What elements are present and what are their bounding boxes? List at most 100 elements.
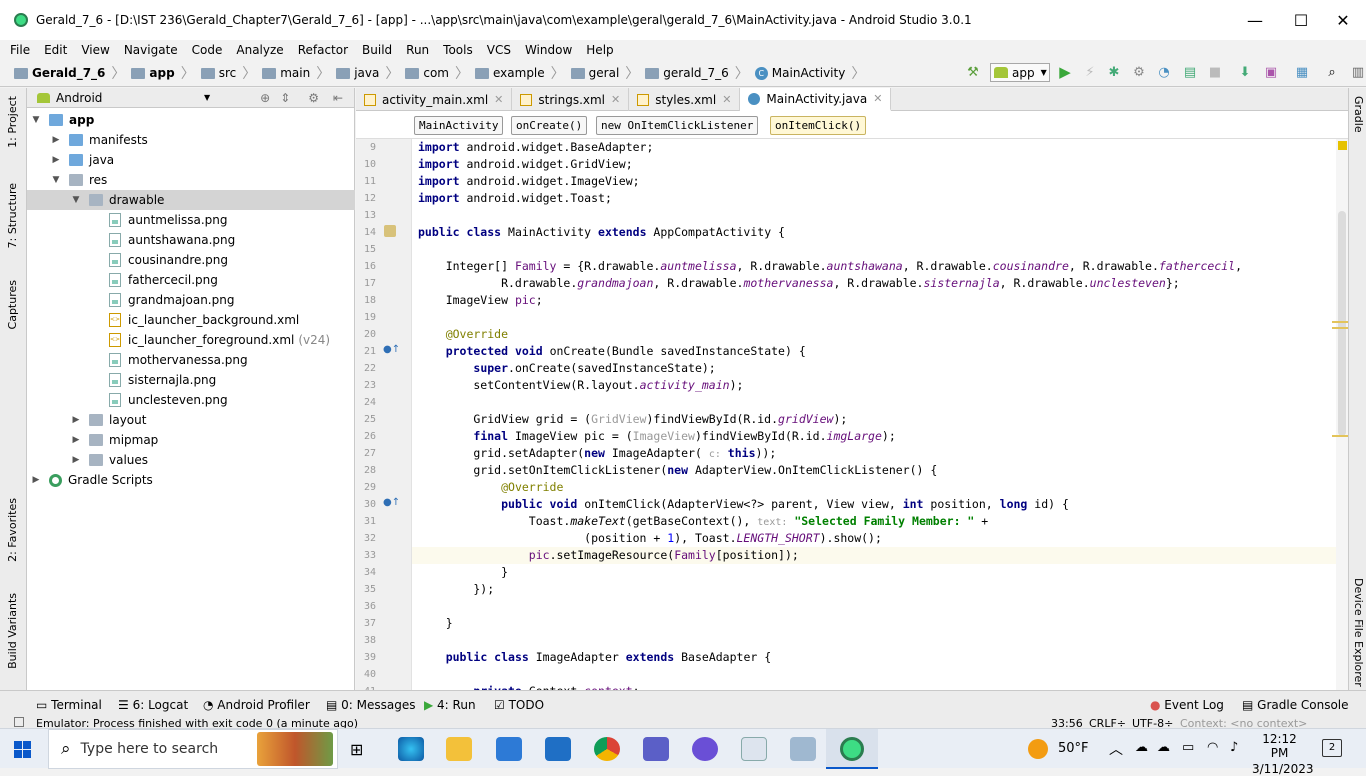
- task-view-icon[interactable]: ⊞: [350, 740, 363, 759]
- tree-item[interactable]: ▶ values: [27, 450, 355, 470]
- tree-item[interactable]: ▶ mipmap: [27, 430, 355, 450]
- discord-icon[interactable]: [692, 737, 718, 761]
- tree-item[interactable]: ▶ layout: [27, 410, 355, 430]
- code-line[interactable]: @Override: [418, 326, 508, 343]
- crumb-example[interactable]: example 〉: [475, 63, 565, 83]
- code-line[interactable]: ImageView pic;: [418, 292, 543, 309]
- warning-stripe[interactable]: [1332, 435, 1348, 437]
- code-line[interactable]: public class ImageAdapter extends BaseAd…: [418, 649, 771, 666]
- tree-item[interactable]: sisternajla.png: [27, 370, 355, 390]
- apk-icon[interactable]: ▤: [1180, 62, 1200, 82]
- wifi-icon[interactable]: ◠: [1207, 740, 1218, 755]
- tree-item[interactable]: fathercecil.png: [27, 270, 355, 290]
- menu-analyze[interactable]: Analyze: [229, 43, 290, 57]
- crumb-main[interactable]: main 〉: [262, 63, 330, 83]
- code-line[interactable]: super.onCreate(savedInstanceState);: [418, 360, 715, 377]
- sync-scroll-icon[interactable]: ⊕: [260, 91, 270, 105]
- tree-item[interactable]: ▼ app: [27, 110, 355, 130]
- crumb-gerald-7-6[interactable]: gerald_7_6 〉: [645, 63, 749, 83]
- tree-item[interactable]: ▶ Gradle Scripts: [27, 470, 355, 490]
- crumb-geral[interactable]: geral 〉: [570, 63, 639, 83]
- code-crumb-onitemclick[interactable]: onItemClick(): [770, 116, 867, 135]
- tool-windows-icon[interactable]: [14, 717, 24, 727]
- collapsed-arrow-icon[interactable]: ▶: [71, 455, 81, 465]
- editor-scrollbar[interactable]: [1332, 139, 1348, 690]
- tab-favorites[interactable]: 2: Favorites: [6, 498, 19, 562]
- code-line[interactable]: R.drawable.grandmajoan, R.drawable.mothe…: [418, 275, 1180, 292]
- make-project-hammer-icon[interactable]: ⚒: [963, 62, 983, 82]
- tab-device-file-explorer[interactable]: Device File Explorer: [1352, 578, 1365, 687]
- windows-start-icon[interactable]: [14, 741, 31, 758]
- code-crumb-class[interactable]: MainActivity: [414, 116, 504, 135]
- weather-temp[interactable]: 50°F: [1058, 741, 1089, 756]
- editor-tab[interactable]: strings.xml ✕: [512, 88, 630, 111]
- chevron-down-icon[interactable]: ▼: [204, 93, 210, 102]
- editor-tab[interactable]: activity_main.xml ✕: [356, 88, 513, 111]
- close-tab-icon[interactable]: ✕: [494, 93, 503, 106]
- menu-build[interactable]: Build: [355, 43, 399, 57]
- code-line[interactable]: @Override: [418, 479, 563, 496]
- apply-changes-icon[interactable]: ⚡: [1080, 62, 1100, 82]
- code-line[interactable]: });: [418, 581, 494, 598]
- search-icon[interactable]: ⌕: [1322, 62, 1342, 82]
- event-log-tab[interactable]: ● Event Log: [1150, 698, 1224, 712]
- code-line[interactable]: grid.setOnItemClickListener(new AdapterV…: [418, 462, 937, 479]
- layout-icon[interactable]: ▥: [1348, 62, 1366, 82]
- terminal-tab[interactable]: ▭ Terminal: [36, 698, 102, 712]
- close-tab-icon[interactable]: ✕: [722, 93, 731, 106]
- todo-tab[interactable]: ☑ TODO: [494, 698, 544, 712]
- crumb-app[interactable]: app 〉: [131, 63, 195, 83]
- cloud-icon[interactable]: ☁: [1157, 740, 1170, 755]
- collapsed-arrow-icon[interactable]: ▶: [71, 415, 81, 425]
- menu-edit[interactable]: Edit: [37, 43, 74, 57]
- edge-icon[interactable]: [398, 737, 424, 761]
- code-line[interactable]: setContentView(R.layout.activity_main);: [418, 377, 743, 394]
- collapse-all-icon[interactable]: ⇕: [280, 91, 290, 105]
- collapsed-arrow-icon[interactable]: ▶: [51, 155, 61, 165]
- collapsed-arrow-icon[interactable]: ▶: [71, 435, 81, 445]
- messages-tab[interactable]: ▤ 0: Messages: [326, 698, 416, 712]
- expanded-arrow-icon[interactable]: ▼: [51, 175, 61, 185]
- collapsed-arrow-icon[interactable]: ▶: [51, 135, 61, 145]
- code-editor[interactable]: import android.widget.BaseAdapter; import…: [412, 139, 1336, 690]
- warning-stripe[interactable]: [1332, 327, 1348, 329]
- notepad-icon[interactable]: [790, 737, 816, 761]
- code-line[interactable]: (position + 1), Toast.LENGTH_SHORT).show…: [418, 530, 882, 547]
- menu-refactor[interactable]: Refactor: [291, 43, 355, 57]
- file-explorer-icon[interactable]: [446, 737, 472, 761]
- code-line[interactable]: grid.setAdapter(new ImageAdapter( c: thi…: [418, 445, 776, 462]
- tree-item[interactable]: mothervanessa.png: [27, 350, 355, 370]
- debug-icon[interactable]: ✱: [1104, 62, 1124, 82]
- tree-item[interactable]: ▶ java: [27, 150, 355, 170]
- tab-gradle[interactable]: Gradle: [1352, 96, 1365, 133]
- code-line[interactable]: }: [418, 564, 508, 581]
- code-line[interactable]: import android.widget.BaseAdapter;: [418, 139, 653, 156]
- code-line[interactable]: pic.setImageResource(Family[position]);: [418, 547, 799, 564]
- attach-debugger-icon[interactable]: ⚙: [1129, 62, 1149, 82]
- menu-navigate[interactable]: Navigate: [117, 43, 185, 57]
- gear-icon[interactable]: ⚙: [308, 91, 319, 105]
- avd-manager-icon[interactable]: ▣: [1261, 62, 1281, 82]
- profiler-icon[interactable]: ◔: [1154, 62, 1174, 82]
- code-crumb-listener[interactable]: new OnItemClickListener: [596, 116, 759, 135]
- warning-stripe[interactable]: [1332, 321, 1348, 323]
- code-line[interactable]: }: [418, 615, 453, 632]
- tab-structure[interactable]: 7: Structure: [6, 183, 19, 248]
- tab-project[interactable]: 1: Project: [6, 96, 19, 148]
- mail-icon[interactable]: [545, 737, 571, 761]
- tree-item[interactable]: unclesteven.png: [27, 390, 355, 410]
- notification-center-icon[interactable]: 2: [1322, 739, 1342, 757]
- crumb-mainactivity[interactable]: C MainActivity 〉: [754, 63, 865, 83]
- run-config-select[interactable]: app ▼: [990, 63, 1050, 82]
- taskbar-search[interactable]: ⌕ Type here to search: [48, 729, 338, 769]
- menu-view[interactable]: View: [74, 43, 116, 57]
- project-structure-icon[interactable]: ▦: [1292, 62, 1312, 82]
- tree-item[interactable]: auntshawana.png: [27, 230, 355, 250]
- crumb-com[interactable]: com 〉: [405, 63, 469, 83]
- code-line[interactable]: Toast.makeText(getBaseContext(), text: "…: [418, 513, 988, 530]
- onedrive-icon[interactable]: ☁: [1135, 740, 1148, 755]
- code-line[interactable]: import android.widget.GridView;: [418, 156, 633, 173]
- clock[interactable]: 12:12 PM 3/11/2023: [1252, 732, 1314, 776]
- expanded-arrow-icon[interactable]: ▼: [31, 115, 41, 125]
- menu-window[interactable]: Window: [518, 43, 579, 57]
